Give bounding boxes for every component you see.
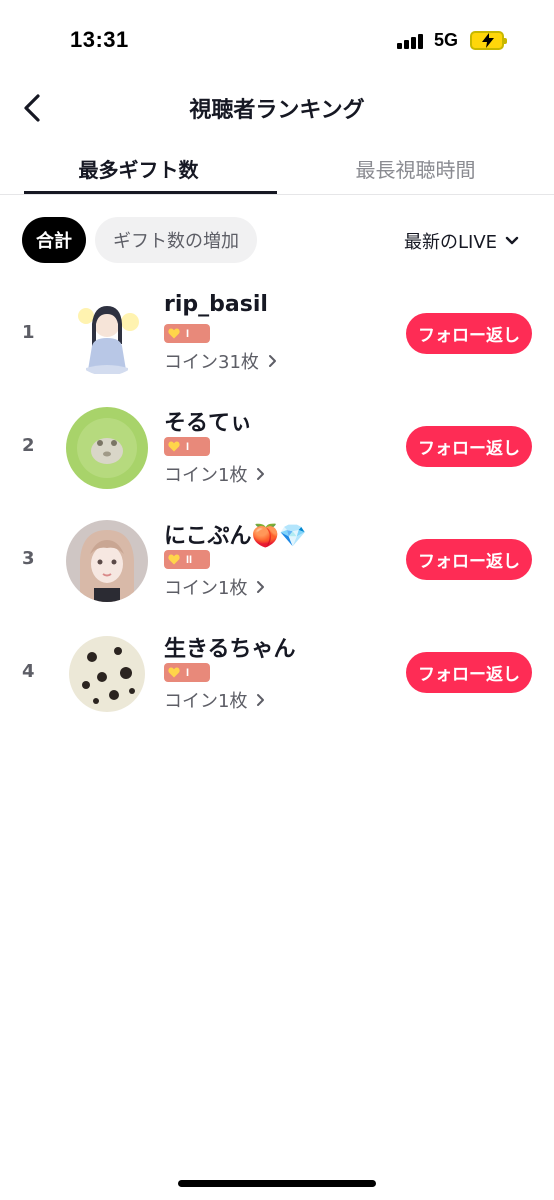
chevron-right-icon <box>268 355 276 367</box>
level-label: I <box>186 327 190 340</box>
viewer-name: rip_basil <box>164 292 268 317</box>
level-badge: II <box>164 550 210 569</box>
active-tab-indicator <box>24 191 277 194</box>
filter-bar: 合計 ギフト数の増加 最新のLIVE <box>0 216 554 264</box>
coin-count-link[interactable]: コイン1枚 <box>164 574 265 600</box>
ranking-row: 4 生きるちゃん I コイン1枚 フォロー返し <box>0 617 554 730</box>
heart-icon <box>168 441 180 452</box>
level-label: I <box>186 440 190 453</box>
tab-longest-watch-time[interactable]: 最長視聴時間 <box>277 154 554 183</box>
follow-back-button[interactable]: フォロー返し <box>406 313 532 354</box>
nav-header: 視聴者ランキング <box>0 80 554 136</box>
ranking-row: 3 にこぷん🍑💎 II コイン1枚 フォロー返し <box>0 504 554 617</box>
network-label: 5G <box>434 30 459 50</box>
heart-icon <box>168 667 180 678</box>
chevron-right-icon <box>257 468 265 480</box>
coin-count-link[interactable]: コイン31枚 <box>164 348 277 374</box>
level-badge: I <box>164 324 210 343</box>
page-title: 視聴者ランキング <box>189 98 365 123</box>
coin-count: コイン1枚 <box>164 578 248 599</box>
level-badge: I <box>164 437 210 456</box>
heart-icon <box>168 554 180 565</box>
follow-back-button[interactable]: フォロー返し <box>406 652 532 693</box>
rank-number: 2 <box>22 435 35 456</box>
tab-most-gifts[interactable]: 最多ギフト数 <box>0 154 277 183</box>
coin-count-link[interactable]: コイン1枚 <box>164 461 265 487</box>
tab-bar: 最多ギフト数 最長視聴時間 <box>0 142 554 195</box>
coin-count: コイン1枚 <box>164 465 248 486</box>
chip-total[interactable]: 合計 <box>22 217 86 263</box>
heart-icon <box>168 328 180 339</box>
level-badge: I <box>164 663 210 682</box>
coin-count: コイン1枚 <box>164 691 248 712</box>
follow-back-button[interactable]: フォロー返し <box>406 426 532 467</box>
rank-number: 1 <box>22 322 35 343</box>
ranking-row: 1 rip_basil I コイン31枚 フォロー返し <box>0 278 554 391</box>
coin-count: コイン31枚 <box>164 352 259 373</box>
home-indicator[interactable] <box>178 1180 376 1187</box>
avatar[interactable] <box>66 633 148 715</box>
viewer-name: にこぷん🍑💎 <box>164 524 307 549</box>
chevron-down-icon <box>505 236 519 245</box>
coin-count-link[interactable]: コイン1枚 <box>164 687 265 713</box>
signal-icon <box>397 33 427 49</box>
ranking-list: 1 rip_basil I コイン31枚 フォロー返し 2 そるてぃ I コイン… <box>0 278 554 730</box>
rank-number: 4 <box>22 661 35 682</box>
level-label: I <box>186 666 190 679</box>
status-bar: 13:31 5G <box>0 0 554 80</box>
battery-charging-icon <box>470 31 507 50</box>
sort-dropdown[interactable]: 最新のLIVE <box>404 228 519 254</box>
status-time: 13:31 <box>70 27 129 52</box>
follow-back-button[interactable]: フォロー返し <box>406 539 532 580</box>
sort-label: 最新のLIVE <box>404 232 498 253</box>
viewer-name: 生きるちゃん <box>164 637 296 662</box>
avatar[interactable] <box>66 294 148 376</box>
avatar[interactable] <box>66 520 148 602</box>
chevron-right-icon <box>257 694 265 706</box>
avatar[interactable] <box>66 407 148 489</box>
chip-gift-increase[interactable]: ギフト数の増加 <box>95 217 257 263</box>
ranking-row: 2 そるてぃ I コイン1枚 フォロー返し <box>0 391 554 504</box>
rank-number: 3 <box>22 548 35 569</box>
viewer-name: そるてぃ <box>164 411 253 436</box>
chevron-right-icon <box>257 581 265 593</box>
level-label: II <box>186 553 193 566</box>
